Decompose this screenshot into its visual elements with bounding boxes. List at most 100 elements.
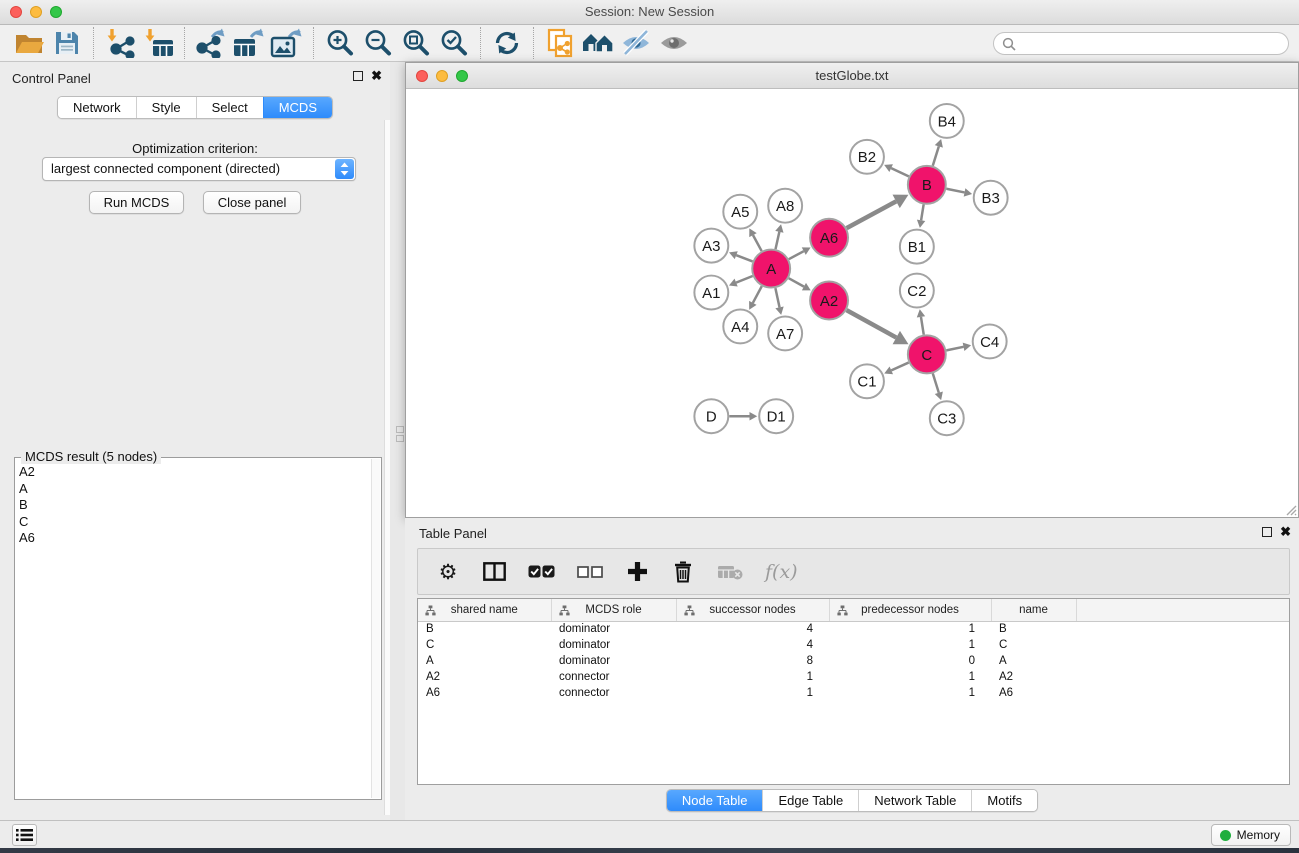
toggle-columns-button[interactable] bbox=[482, 562, 506, 581]
close-table-panel-icon[interactable]: ✖ bbox=[1280, 526, 1291, 538]
mcds-result-item[interactable]: A6 bbox=[19, 530, 370, 547]
graph-edge-A-A5[interactable] bbox=[753, 235, 762, 251]
column-header-shared-name[interactable]: shared name bbox=[418, 599, 551, 621]
deselect-all-button[interactable] bbox=[577, 566, 603, 578]
table-cell[interactable]: B bbox=[418, 621, 551, 637]
window-titlebar[interactable]: Session: New Session bbox=[0, 0, 1299, 25]
control-panel-scrollbar[interactable] bbox=[384, 120, 390, 815]
table-cell[interactable]: 1 bbox=[829, 637, 991, 653]
table-cell[interactable]: A bbox=[418, 653, 551, 669]
table-cell[interactable]: 8 bbox=[676, 653, 829, 669]
save-session-button[interactable] bbox=[48, 27, 86, 59]
table-cell[interactable]: A6 bbox=[991, 685, 1076, 701]
refresh-view-button[interactable] bbox=[488, 27, 526, 59]
graph-edge-B-B3[interactable] bbox=[946, 189, 964, 193]
table-cell[interactable]: A6 bbox=[418, 685, 551, 701]
delete-column-button[interactable] bbox=[671, 560, 695, 583]
network-canvas[interactable]: B4B2BB3A8A5A6A3B1AC2A1A2A4A7C4CC1C3DD1 bbox=[406, 89, 1298, 517]
memory-button[interactable]: Memory bbox=[1211, 824, 1291, 846]
table-cell[interactable]: 4 bbox=[676, 621, 829, 637]
table-cell[interactable]: A2 bbox=[991, 669, 1076, 685]
mcds-result-item[interactable]: C bbox=[19, 514, 370, 531]
add-column-button[interactable] bbox=[625, 561, 649, 582]
select-all-button[interactable] bbox=[528, 565, 555, 578]
table-cell[interactable]: connector bbox=[551, 669, 676, 685]
table-cell[interactable]: dominator bbox=[551, 637, 676, 653]
open-session-button[interactable] bbox=[10, 27, 48, 59]
graph-edge-A-A6[interactable] bbox=[789, 251, 804, 259]
graph-edge-B-B4[interactable] bbox=[933, 146, 939, 165]
zoom-fit-button[interactable] bbox=[397, 27, 435, 59]
graph-edge-C-C1[interactable] bbox=[891, 363, 908, 371]
export-image-button[interactable] bbox=[268, 27, 306, 59]
window-resize-grip[interactable] bbox=[1284, 503, 1297, 516]
close-panel-button[interactable]: Close panel bbox=[203, 191, 302, 214]
table-row[interactable]: Bdominator41B bbox=[418, 621, 1289, 637]
tab-style[interactable]: Style bbox=[136, 97, 196, 118]
table-cell[interactable]: 0 bbox=[829, 653, 991, 669]
table-row[interactable]: A2connector11A2 bbox=[418, 669, 1289, 685]
graph-edge-A-A4[interactable] bbox=[753, 286, 762, 303]
close-panel-icon[interactable]: ✖ bbox=[371, 70, 382, 82]
table-cell[interactable]: C bbox=[991, 637, 1076, 653]
tab-mcds[interactable]: MCDS bbox=[263, 97, 332, 118]
float-panel-icon[interactable] bbox=[353, 71, 363, 81]
table-cell[interactable]: C bbox=[418, 637, 551, 653]
table-cell[interactable]: dominator bbox=[551, 653, 676, 669]
run-mcds-button[interactable]: Run MCDS bbox=[89, 191, 185, 214]
tab-network[interactable]: Network bbox=[58, 97, 136, 118]
criterion-dropdown[interactable]: largest connected component (directed) bbox=[42, 157, 356, 181]
zoom-in-button[interactable] bbox=[321, 27, 359, 59]
export-network-button[interactable] bbox=[192, 27, 230, 59]
zoom-out-button[interactable] bbox=[359, 27, 397, 59]
first-neighbors-button[interactable] bbox=[579, 27, 617, 59]
graph-edge-A6-B[interactable] bbox=[847, 201, 897, 228]
search-input[interactable] bbox=[993, 32, 1289, 55]
table-cell[interactable]: 1 bbox=[829, 685, 991, 701]
graph-edge-C-C3[interactable] bbox=[933, 373, 939, 392]
graph-edge-C-C2[interactable] bbox=[921, 317, 924, 335]
network-window-titlebar[interactable]: testGlobe.txt bbox=[406, 63, 1298, 89]
mcds-result-item[interactable]: A2 bbox=[19, 464, 370, 481]
new-network-from-selection-button[interactable] bbox=[541, 27, 579, 59]
graph-edge-C-C4[interactable] bbox=[946, 347, 963, 351]
table-cell[interactable]: 1 bbox=[829, 621, 991, 637]
table-cell[interactable]: B bbox=[991, 621, 1076, 637]
hide-selected-button[interactable] bbox=[617, 27, 655, 59]
graph-edge-A-A7[interactable] bbox=[775, 288, 779, 307]
export-table-button[interactable] bbox=[230, 27, 268, 59]
column-header-successor-nodes[interactable]: successor nodes bbox=[676, 599, 829, 621]
graph-edge-B-B1[interactable] bbox=[921, 204, 924, 220]
split-pane-grip[interactable] bbox=[396, 424, 404, 444]
zoom-selected-button[interactable] bbox=[435, 27, 473, 59]
tab-select[interactable]: Select bbox=[196, 97, 263, 118]
mcds-result-item[interactable]: A bbox=[19, 481, 370, 498]
table-cell[interactable]: connector bbox=[551, 685, 676, 701]
tab-motifs[interactable]: Motifs bbox=[971, 790, 1037, 811]
column-header-predecessor-nodes[interactable]: predecessor nodes bbox=[829, 599, 991, 621]
table-cell[interactable]: 1 bbox=[829, 669, 991, 685]
result-list-scrollbar[interactable] bbox=[371, 459, 380, 798]
show-panels-list-button[interactable] bbox=[12, 824, 37, 846]
show-all-button[interactable] bbox=[655, 27, 693, 59]
column-header-MCDS-role[interactable]: MCDS role bbox=[551, 599, 676, 621]
import-table-button[interactable] bbox=[139, 27, 177, 59]
table-cell[interactable]: dominator bbox=[551, 621, 676, 637]
function-builder-button[interactable]: f(x) bbox=[765, 561, 798, 583]
graph-edge-A-A8[interactable] bbox=[776, 232, 780, 249]
table-row[interactable]: Adominator80A bbox=[418, 653, 1289, 669]
table-settings-button[interactable]: ⚙ bbox=[436, 561, 460, 583]
graph-edge-A2-C[interactable] bbox=[847, 310, 897, 337]
table-cell[interactable]: 1 bbox=[676, 669, 829, 685]
mcds-result-item[interactable]: B bbox=[19, 497, 370, 514]
table-cell[interactable]: 4 bbox=[676, 637, 829, 653]
column-header-name[interactable]: name bbox=[991, 599, 1076, 621]
graph-edge-A-A3[interactable] bbox=[736, 255, 752, 261]
table-row[interactable]: Cdominator41C bbox=[418, 637, 1289, 653]
table-cell[interactable]: A2 bbox=[418, 669, 551, 685]
tab-network-table[interactable]: Network Table bbox=[858, 790, 971, 811]
delete-table-button[interactable] bbox=[717, 564, 743, 580]
import-network-button[interactable] bbox=[101, 27, 139, 59]
table-cell[interactable]: A bbox=[991, 653, 1076, 669]
graph-edge-A-A2[interactable] bbox=[789, 278, 804, 286]
